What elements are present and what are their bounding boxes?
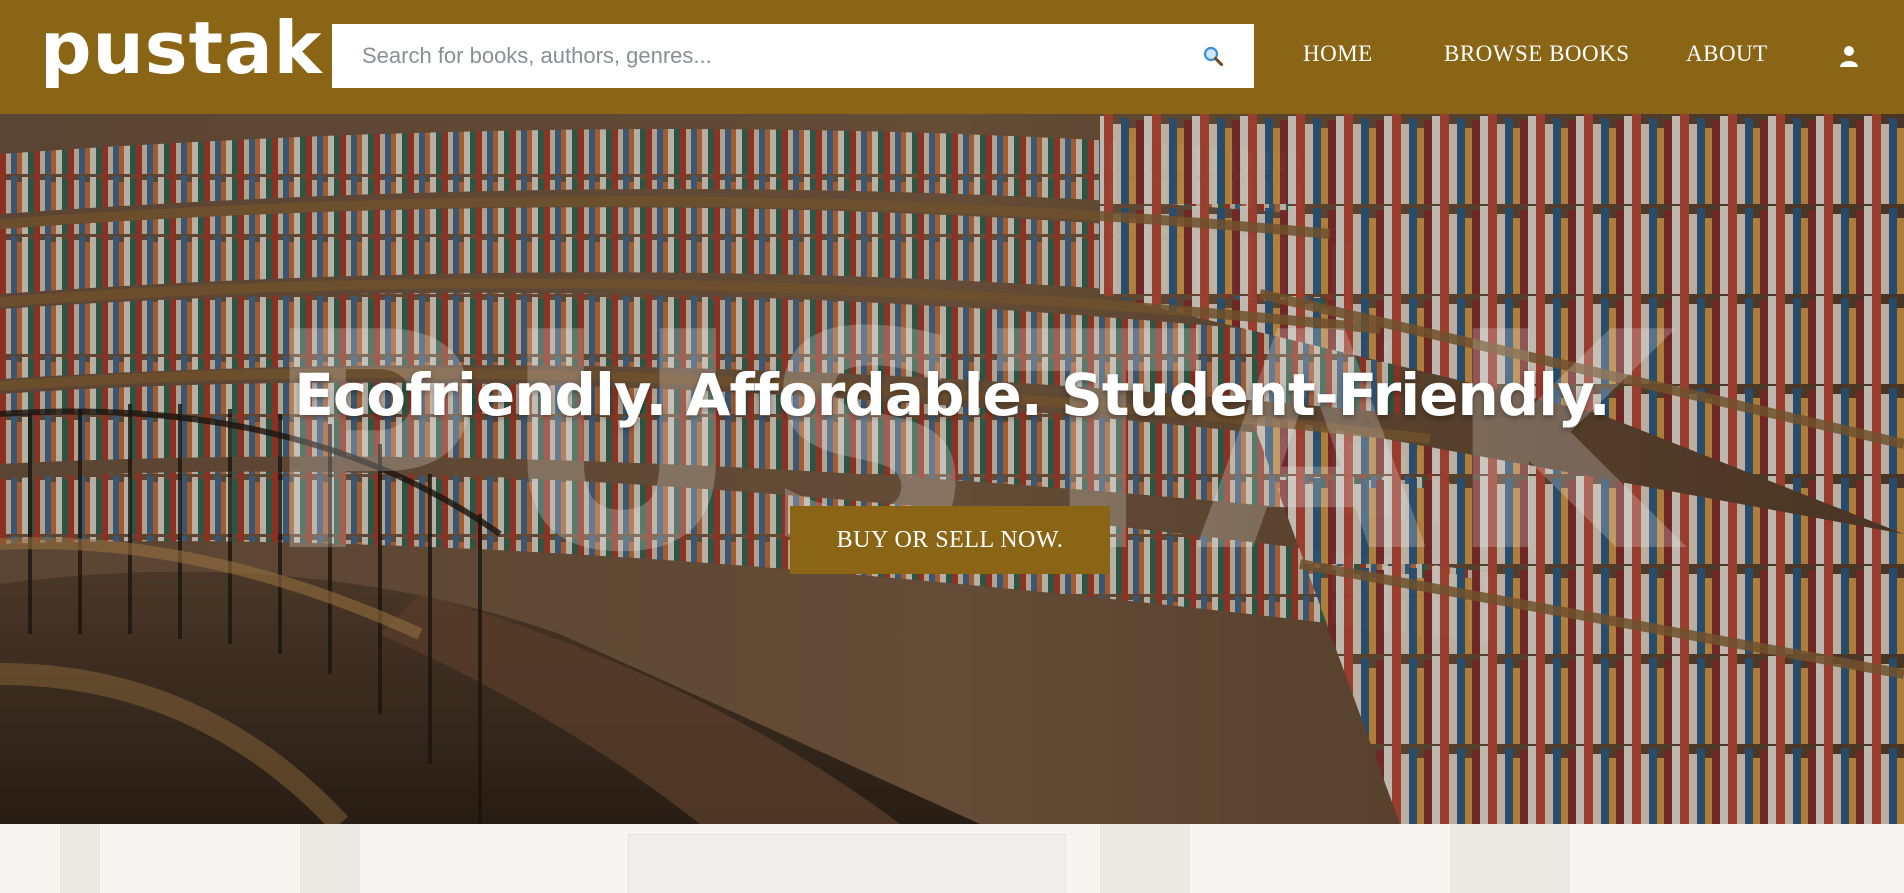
content-card-placeholder [628, 834, 1066, 893]
search-bar[interactable] [332, 24, 1254, 88]
nav-browse-books-link[interactable]: BROWSE BOOKS [1444, 40, 1630, 68]
hero-section: PUSTAK Ecofriendly. Affordable. Student-… [0, 114, 1904, 824]
nav-home-link[interactable]: HOME [1303, 40, 1373, 68]
search-icon[interactable] [1202, 45, 1224, 67]
faded-background-decoration [1450, 824, 1570, 893]
faded-background-decoration [1100, 824, 1190, 893]
faded-background-decoration [60, 824, 100, 893]
faded-background-decoration [300, 824, 360, 893]
user-icon[interactable] [1838, 44, 1860, 68]
buy-or-sell-button[interactable]: BUY OR SELL NOW. [790, 506, 1110, 574]
search-input[interactable] [332, 24, 1254, 88]
content-section-top [0, 824, 1904, 893]
logo[interactable]: pustak [40, 12, 323, 84]
hero-tagline: Ecofriendly. Affordable. Student-Friendl… [294, 361, 1610, 429]
nav-about-link[interactable]: ABOUT [1686, 40, 1768, 68]
top-navbar: pustak HOME BROWSE BOOKS ABOUT [0, 0, 1904, 114]
